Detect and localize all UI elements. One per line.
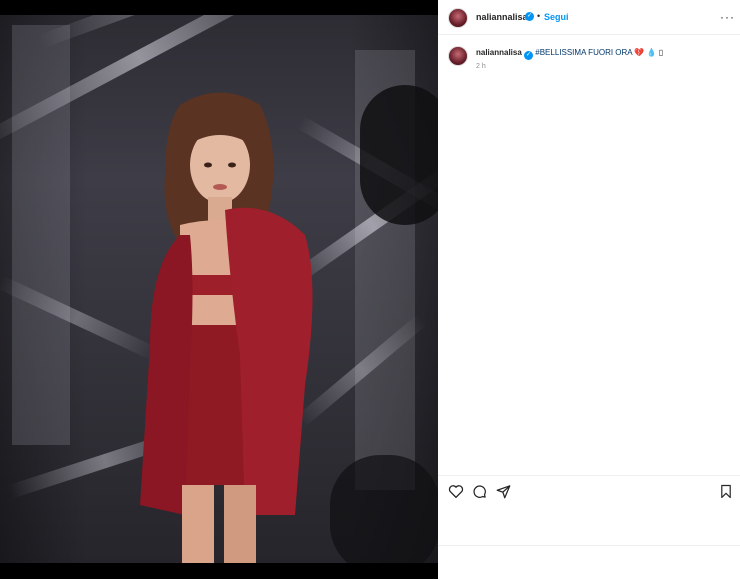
more-icon[interactable]: ··· [720, 10, 735, 24]
caption-username[interactable]: naliannalisa [476, 48, 522, 57]
camera-silhouette [360, 85, 438, 225]
action-bar [438, 475, 740, 506]
post-time: 2 h [476, 63, 486, 70]
follow-button[interactable]: Segui [544, 12, 569, 22]
model-figure [140, 92, 313, 563]
share-icon[interactable] [496, 484, 511, 499]
post-media [0, 0, 438, 579]
post-photo [0, 15, 438, 563]
bookmark-icon[interactable] [720, 484, 732, 499]
username[interactable]: naliannalisa [476, 12, 528, 22]
stage-panel [12, 25, 70, 445]
heart-icon[interactable] [448, 484, 464, 498]
avatar[interactable] [448, 8, 468, 28]
add-comment-area[interactable] [438, 545, 740, 580]
comment-icon[interactable] [472, 484, 487, 499]
verified-icon: ✓ [524, 51, 534, 60]
post-caption: naliannalisa ✓ #BELLISSIMA FUORI ORA 💔 💧… [476, 48, 726, 60]
verified-icon: ✓ [525, 12, 534, 21]
post-header: naliannalisa ✓ • Segui ··· [438, 0, 740, 35]
separator-dot: • [537, 11, 541, 21]
shadow-shape [330, 455, 438, 563]
caption-hashtag[interactable]: #BELLISSIMA FUORI ORA [535, 48, 632, 57]
caption-avatar[interactable] [448, 46, 468, 66]
post-sidebar: naliannalisa ✓ • Segui ··· naliannalisa … [438, 0, 740, 579]
caption-emojis: 💔 💧 ▯ [634, 48, 664, 57]
